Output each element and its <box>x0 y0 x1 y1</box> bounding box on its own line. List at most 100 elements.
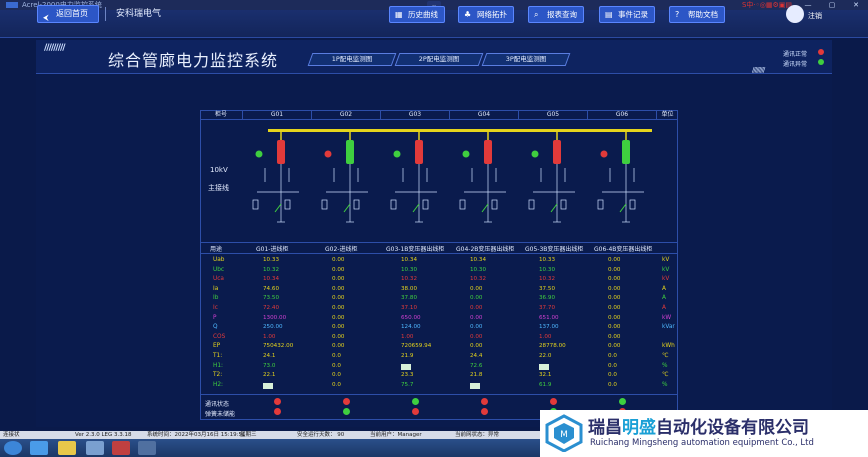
ie-icon[interactable] <box>30 441 48 455</box>
indicator-dot <box>393 150 401 158</box>
status-weekday: 星期三 <box>240 432 257 438</box>
status-led <box>550 398 557 405</box>
param-value: 10.34 <box>401 257 418 263</box>
window-controls: — ▢ ✕ <box>796 0 868 10</box>
indicator-dot <box>531 150 539 158</box>
indicator-dot <box>324 150 332 158</box>
param-value: 37.80 <box>401 295 418 302</box>
param-value: 75.7 <box>401 381 414 388</box>
param-value: 73.0 <box>263 362 276 369</box>
param-value: 28778.00 <box>539 343 566 350</box>
param-value: 0.00 <box>332 257 345 263</box>
param-name: COS <box>213 333 226 340</box>
param-value: 0.00 <box>608 266 621 273</box>
user-avatar[interactable] <box>786 5 804 23</box>
feeder-diagram-g03[interactable] <box>385 132 445 232</box>
feeder-diagram-g06[interactable] <box>592 132 652 232</box>
event-log-button[interactable]: ▤ 事件记录 <box>599 6 655 23</box>
param-name: H2: <box>213 381 224 388</box>
company-watermark: M 瑞昌明盛自动化设备有限公司 Ruichang Mingsheng autom… <box>540 410 868 457</box>
param-name: T1: <box>213 353 223 359</box>
tab-label: 1P配电监测图 <box>331 55 373 63</box>
col-header-g04: G04 <box>450 110 519 120</box>
header-stripe-right: ///////// <box>752 66 765 74</box>
feeder-diagram-g05[interactable] <box>523 132 583 232</box>
param-value: 0.00 <box>470 343 483 350</box>
maximize-button[interactable]: ▢ <box>820 0 844 10</box>
param-value: 0.0 <box>332 353 341 359</box>
param-name: P <box>213 314 217 321</box>
app-icon-2[interactable] <box>112 441 130 455</box>
help-icon: ? <box>675 10 680 19</box>
status-net: 当前网状态：异常 <box>455 432 500 438</box>
param-unit: A <box>662 295 666 302</box>
feeder-diagram-g01[interactable] <box>247 132 307 232</box>
param-value: 61.9 <box>539 381 552 388</box>
param-value: 0.00 <box>608 324 621 331</box>
close-button[interactable]: ✕ <box>844 0 868 10</box>
tab-2p[interactable]: 2P配电监测图 <box>394 53 484 66</box>
app-icon-3[interactable] <box>138 441 156 455</box>
use-g01: G01-进线柜 <box>256 246 289 253</box>
folder-icon[interactable] <box>58 441 76 455</box>
param-unit: kV <box>662 257 670 263</box>
param-value: 0.00 <box>470 285 483 292</box>
param-name: Uab <box>213 257 225 263</box>
tab-3p[interactable]: 3P配电监测图 <box>481 53 571 66</box>
col-header-g05: G05 <box>519 110 588 120</box>
param-value: 1.00 <box>263 333 276 340</box>
param-value: 73.50 <box>263 295 280 302</box>
breaker-icon <box>484 140 492 164</box>
company-name-en: Ruichang Mingsheng automation equipment … <box>590 438 814 448</box>
history-curve-button[interactable]: ▦ 历史曲线 <box>389 6 445 23</box>
param-value: 10.32 <box>539 276 556 283</box>
svg-text:M: M <box>560 430 568 440</box>
nav-label: 报表查询 <box>547 10 577 19</box>
param-value: 10.33 <box>263 257 280 263</box>
help-doc-button[interactable]: ? 帮助文档 <box>669 6 725 23</box>
network-topology-button[interactable]: ♣ 网络拓扑 <box>458 6 514 23</box>
feeder-diagram-g04[interactable] <box>454 132 514 232</box>
use-g06: G06-4B变压器出线柜 <box>594 246 653 253</box>
ime-tray[interactable]: S中·◦◎▦⚙▣▤ <box>742 0 792 10</box>
param-value: 0.00 <box>332 285 345 292</box>
param-value: 0.0 <box>608 353 617 359</box>
breaker-icon <box>553 140 561 164</box>
use-g04: G04-2B变压器出线柜 <box>456 246 515 253</box>
tab-1p[interactable]: 1P配电监测图 <box>307 53 397 66</box>
param-value: 72.40 <box>263 305 280 311</box>
nav-label: 帮助文档 <box>688 10 718 19</box>
param-value: 72.6 <box>470 362 483 369</box>
report-query-button[interactable]: ⌕ 报表查询 <box>528 6 584 23</box>
list-icon: ▤ <box>605 10 613 19</box>
param-value: 0.00 <box>332 305 345 311</box>
param-value: 0.00 <box>608 343 621 350</box>
param-value: 21.9 <box>401 353 414 359</box>
param-unit: % <box>662 381 668 388</box>
param-value: 0.00 <box>470 305 483 311</box>
param-value: 36.90 <box>539 295 556 302</box>
start-button[interactable] <box>4 441 22 455</box>
comm-normal-label: 通讯正常 <box>783 51 808 58</box>
param-value: 0.00 <box>608 285 621 292</box>
param-unit: A <box>662 305 666 311</box>
param-value: 10.32 <box>470 276 487 283</box>
param-value: 0.00 <box>332 333 345 340</box>
param-value: 32.1 <box>539 372 552 379</box>
param-value: 0.00 <box>470 324 483 331</box>
home-button[interactable]: ⮜ 返回首页 <box>37 5 99 23</box>
feeder-diagram-g02[interactable] <box>316 132 376 232</box>
comm-status-label: 通讯状态 <box>205 401 230 408</box>
param-value: 650.00 <box>401 314 421 321</box>
param-value: 23.3 <box>401 372 414 379</box>
param-value: 0.0 <box>332 381 341 388</box>
indicator-dot <box>255 150 263 158</box>
status-safe-days: 安全运行天数： 90 <box>297 432 345 438</box>
status-led <box>412 408 419 415</box>
comm-normal-led <box>818 49 824 55</box>
app-icon-1[interactable] <box>86 441 104 455</box>
param-value: 10.34 <box>263 276 280 283</box>
use-g05: G05-3B变压器出线柜 <box>525 246 584 253</box>
logout-link[interactable]: 注销 <box>808 11 822 21</box>
param-value: 22.1 <box>263 372 276 379</box>
